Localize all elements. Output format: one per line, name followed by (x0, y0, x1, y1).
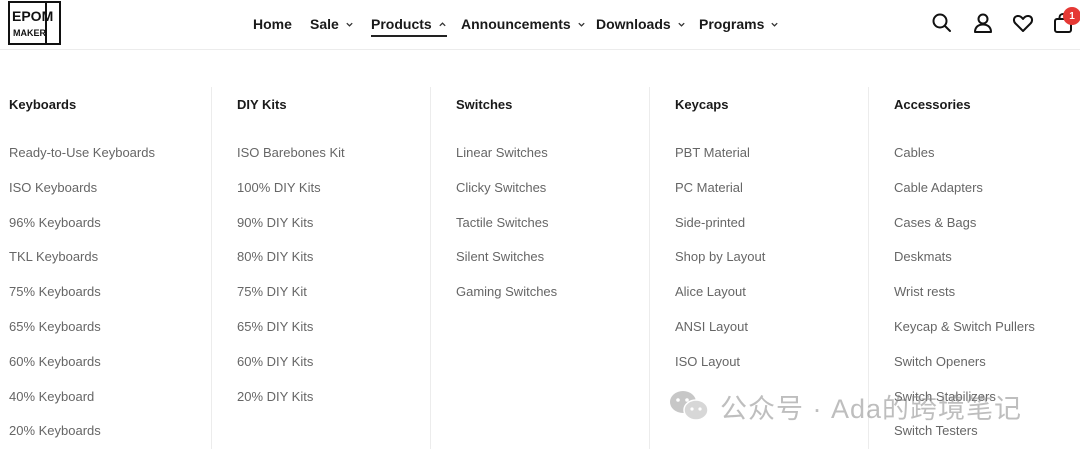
menu-link[interactable]: TKL Keyboards (9, 249, 155, 284)
menu-column-keycaps: Keycaps PBT Material PC Material Side-pr… (649, 51, 865, 449)
menu-link[interactable]: PC Material (675, 180, 765, 215)
nav-sale-label: Sale (310, 16, 339, 32)
nav-downloads-label: Downloads (596, 16, 671, 32)
nav-sale[interactable]: Sale (310, 13, 354, 35)
column-title: DIY Kits (237, 97, 287, 112)
menu-link[interactable]: 60% Keyboards (9, 354, 155, 389)
nav-home-label: Home (253, 16, 292, 32)
menu-link[interactable]: Silent Switches (456, 249, 557, 284)
cart-count-badge: 1 (1063, 7, 1080, 25)
user-icon[interactable] (971, 11, 995, 35)
menu-link[interactable]: Linear Switches (456, 145, 557, 180)
menu-link[interactable]: Cables (894, 145, 1035, 180)
menu-link[interactable]: Alice Layout (675, 284, 765, 319)
column-links: PBT Material PC Material Side-printed Sh… (675, 145, 765, 389)
menu-link[interactable]: Tactile Switches (456, 215, 557, 250)
menu-link[interactable]: Ready-to-Use Keyboards (9, 145, 155, 180)
menu-link[interactable]: ANSI Layout (675, 319, 765, 354)
menu-link[interactable]: Gaming Switches (456, 284, 557, 319)
menu-column-diy-kits: DIY Kits ISO Barebones Kit 100% DIY Kits… (211, 51, 427, 449)
menu-link[interactable]: 90% DIY Kits (237, 215, 345, 250)
menu-column-accessories: Accessories Cables Cable Adapters Cases … (868, 51, 1074, 449)
column-title: Accessories (894, 97, 971, 112)
nav-products[interactable]: Products (371, 13, 447, 37)
site-header: EPOM MAKER Home Sale Products Announceme… (0, 0, 1080, 50)
menu-link[interactable]: ISO Layout (675, 354, 765, 389)
menu-link[interactable]: Shop by Layout (675, 249, 765, 284)
menu-link[interactable]: Cases & Bags (894, 215, 1035, 250)
header-icons: 1 (920, 7, 1080, 37)
chevron-up-icon (439, 21, 446, 26)
menu-link[interactable]: 65% Keyboards (9, 319, 155, 354)
menu-link[interactable]: 75% Keyboards (9, 284, 155, 319)
menu-link[interactable]: 75% DIY Kit (237, 284, 345, 319)
column-links: Cables Cable Adapters Cases & Bags Deskm… (894, 145, 1035, 449)
menu-link[interactable]: Deskmats (894, 249, 1035, 284)
menu-link[interactable]: 40% Keyboard (9, 389, 155, 424)
column-links: Ready-to-Use Keyboards ISO Keyboards 96%… (9, 145, 155, 449)
menu-link[interactable]: Side-printed (675, 215, 765, 250)
chevron-down-icon (578, 22, 585, 27)
menu-link[interactable]: Cable Adapters (894, 180, 1035, 215)
main-nav: Home Sale Products Announcements Downloa… (0, 0, 1080, 50)
products-mega-menu: Keyboards Ready-to-Use Keyboards ISO Key… (0, 51, 1080, 449)
menu-link[interactable]: ISO Keyboards (9, 180, 155, 215)
menu-link[interactable]: 96% Keyboards (9, 215, 155, 250)
nav-programs-label: Programs (699, 16, 765, 32)
chevron-down-icon (678, 22, 685, 27)
menu-column-switches: Switches Linear Switches Clicky Switches… (430, 51, 646, 449)
chevron-down-icon (346, 22, 353, 27)
nav-announcements[interactable]: Announcements (461, 13, 586, 35)
menu-link[interactable]: 20% Keyboards (9, 423, 155, 449)
menu-link[interactable]: 20% DIY Kits (237, 389, 345, 424)
menu-link[interactable]: ISO Barebones Kit (237, 145, 345, 180)
menu-link[interactable]: Wrist rests (894, 284, 1035, 319)
column-links: ISO Barebones Kit 100% DIY Kits 90% DIY … (237, 145, 345, 423)
menu-link[interactable]: Keycap & Switch Pullers (894, 319, 1035, 354)
menu-link[interactable]: 60% DIY Kits (237, 354, 345, 389)
nav-products-label: Products (371, 16, 432, 32)
chevron-down-icon (771, 22, 779, 27)
menu-link[interactable]: Switch Testers (894, 423, 1035, 449)
nav-downloads[interactable]: Downloads (596, 13, 686, 35)
menu-link[interactable]: 65% DIY Kits (237, 319, 345, 354)
menu-link[interactable]: Switch Stabilizers (894, 389, 1035, 424)
nav-home[interactable]: Home (253, 13, 292, 35)
menu-column-keyboards: Keyboards Ready-to-Use Keyboards ISO Key… (9, 51, 199, 449)
menu-link[interactable]: 100% DIY Kits (237, 180, 345, 215)
column-title: Keyboards (9, 97, 77, 112)
column-links: Linear Switches Clicky Switches Tactile … (456, 145, 557, 319)
search-icon[interactable] (930, 11, 954, 35)
cart-icon[interactable]: 1 (1051, 7, 1080, 35)
column-title: Keycaps (675, 97, 729, 112)
menu-link[interactable]: Clicky Switches (456, 180, 557, 215)
nav-announcements-label: Announcements (461, 16, 571, 32)
column-title: Switches (456, 97, 513, 112)
menu-link[interactable]: Switch Openers (894, 354, 1035, 389)
heart-icon[interactable] (1011, 11, 1035, 35)
menu-link[interactable]: PBT Material (675, 145, 765, 180)
menu-link[interactable]: 80% DIY Kits (237, 249, 345, 284)
nav-programs[interactable]: Programs (699, 13, 779, 35)
